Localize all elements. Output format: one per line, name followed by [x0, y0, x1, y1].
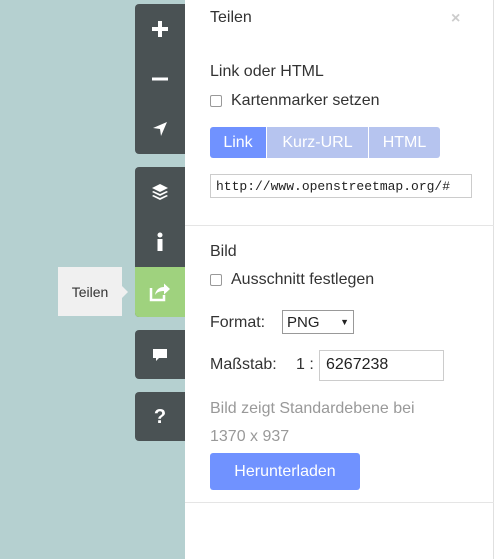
scale-label: Maßstab: — [210, 356, 277, 373]
tab-short-url[interactable]: Kurz-URL — [266, 127, 368, 158]
section-divider — [185, 225, 494, 226]
marker-checkbox[interactable] — [210, 95, 222, 107]
share-button[interactable] — [135, 267, 185, 317]
layers-button[interactable] — [135, 167, 185, 217]
comment-icon — [153, 349, 167, 361]
image-section-heading: Bild — [210, 243, 237, 260]
share-sidebar: Teilen × Link oder HTML Kartenmarker set… — [185, 0, 494, 559]
scale-prefix: 1 : — [296, 356, 314, 373]
tab-link[interactable]: Link — [210, 127, 266, 158]
area-checkbox-label: Ausschnitt festlegen — [231, 271, 375, 288]
info-icon — [157, 232, 163, 251]
question-icon: ? — [153, 405, 167, 428]
zoom-in-button[interactable] — [135, 4, 185, 54]
format-label: Format: — [210, 314, 266, 331]
area-checkbox[interactable] — [210, 274, 222, 286]
link-section-heading: Link oder HTML — [210, 63, 324, 80]
format-select[interactable]: PNG ▼ — [282, 310, 354, 334]
panel-controls — [135, 167, 185, 317]
location-arrow-icon — [153, 122, 167, 136]
add-note-button[interactable] — [135, 330, 185, 380]
image-size-text: 1370 x 937 — [210, 428, 290, 445]
tab-html[interactable]: HTML — [368, 127, 440, 158]
link-format-tabs: Link Kurz-URL HTML — [210, 127, 440, 158]
help-controls: ? — [135, 392, 185, 441]
section-divider-bottom — [185, 502, 494, 503]
share-tooltip: Teilen — [58, 267, 122, 316]
image-info-text: Bild zeigt Standardebene bei — [210, 400, 415, 417]
help-button[interactable]: ? — [135, 392, 185, 442]
map-key-button[interactable] — [135, 217, 185, 267]
share-icon — [149, 283, 170, 302]
plus-icon — [152, 21, 168, 37]
format-selected-value: PNG — [287, 313, 320, 331]
sidebar-title: Teilen — [210, 9, 252, 26]
locate-button[interactable] — [135, 104, 185, 154]
zoom-controls — [135, 4, 185, 154]
marker-checkbox-row[interactable]: Kartenmarker setzen — [210, 92, 380, 110]
note-controls — [135, 330, 185, 379]
scale-input[interactable]: 6267238 — [319, 350, 444, 381]
area-checkbox-row[interactable]: Ausschnitt festlegen — [210, 271, 374, 289]
share-url-field[interactable]: http://www.openstreetmap.org/# — [210, 174, 472, 198]
minus-icon — [152, 77, 168, 81]
tooltip-text: Teilen — [71, 283, 109, 300]
layers-icon — [152, 184, 168, 200]
tooltip-arrow — [122, 286, 128, 298]
marker-checkbox-label: Kartenmarker setzen — [231, 92, 380, 109]
close-icon[interactable]: × — [451, 10, 460, 28]
zoom-out-button[interactable] — [135, 54, 185, 104]
chevron-down-icon: ▼ — [340, 317, 349, 327]
download-button[interactable]: Herunterladen — [210, 453, 360, 490]
